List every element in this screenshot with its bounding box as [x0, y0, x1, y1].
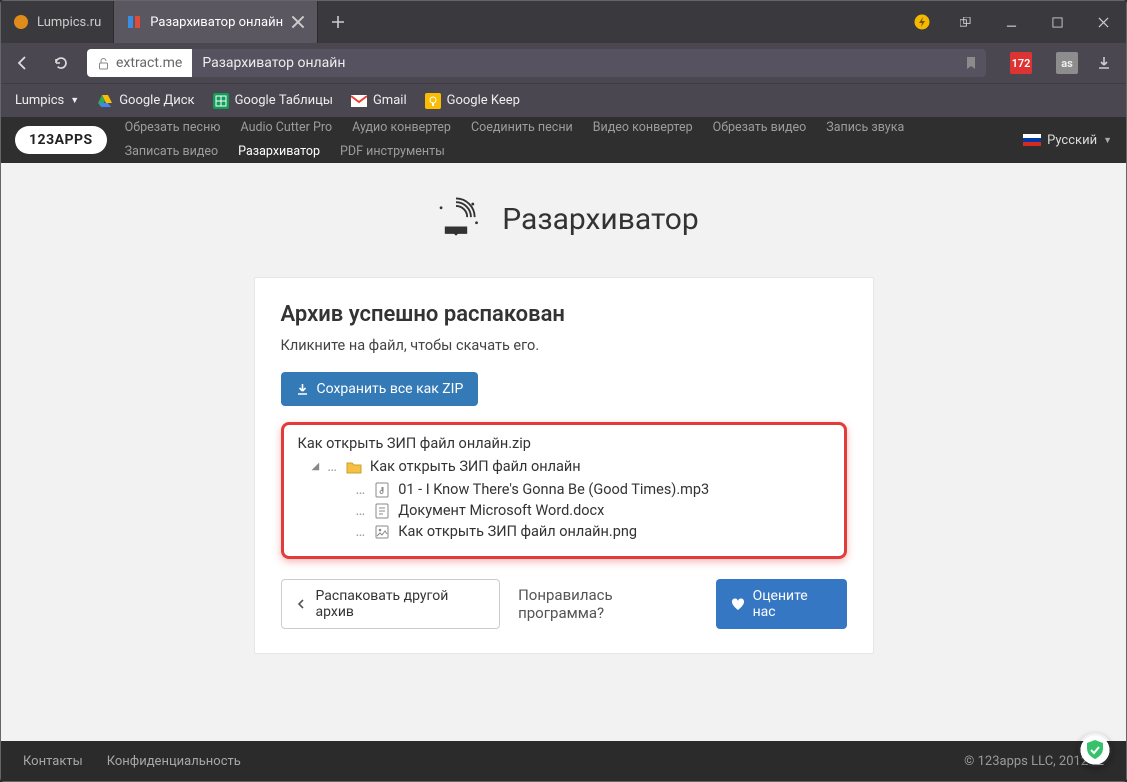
nav-pdf-tools[interactable]: PDF инструменты: [340, 142, 445, 162]
language-label: Русский: [1047, 133, 1097, 148]
folder-row[interactable]: ◢ … Как открыть ЗИП файл онлайн: [312, 458, 830, 475]
bookmark-keep[interactable]: Google Keep: [425, 93, 520, 109]
reload-icon[interactable]: [49, 51, 73, 75]
nav-audio-converter[interactable]: Аудио конвертер: [352, 118, 451, 138]
nav-voice-recorder[interactable]: Запись звука: [826, 118, 904, 138]
nav-unarchiver[interactable]: Разархиватор: [238, 142, 320, 162]
folder-icon: [346, 460, 362, 474]
arrow-left-icon: [296, 598, 308, 610]
keep-icon: [425, 93, 441, 109]
bookmark-lumpics[interactable]: Lumpics▼: [15, 93, 79, 108]
bookmarks-bar: Lumpics▼ Google Диск Google Таблицы Gmai…: [1, 83, 1126, 117]
actions-row: Распаковать другой архив Понравилась про…: [281, 579, 847, 629]
folder-name: Как открыть ЗИП файл онлайн: [370, 458, 581, 475]
save-all-zip-button[interactable]: Сохранить все как ZIP: [281, 372, 479, 406]
site-footer: Контакты Конфиденциальность © 123apps LL…: [1, 741, 1126, 781]
heart-icon: [731, 598, 745, 611]
unpack-another-button[interactable]: Распаковать другой архив: [281, 579, 501, 629]
file-name: Документ Microsoft Word.docx: [398, 502, 604, 519]
file-name: 01 - I Know There's Gonna Be (Good Times…: [398, 481, 709, 498]
audio-file-icon: [374, 482, 390, 498]
success-title: Архив успешно распакован: [281, 302, 847, 327]
two-windows-icon[interactable]: [942, 1, 988, 43]
file-row[interactable]: … Документ Microsoft Word.docx: [356, 500, 830, 521]
close-window-icon[interactable]: [1080, 1, 1126, 43]
footer-privacy[interactable]: Конфиденциальность: [107, 754, 241, 769]
file-row[interactable]: … Как открыть ЗИП файл онлайн.png: [356, 521, 830, 542]
lastfm-icon[interactable]: as: [1056, 52, 1078, 74]
tab-title: Lumpics.ru: [37, 15, 101, 30]
downloads-icon[interactable]: [1092, 51, 1116, 75]
site-favicon-icon: [13, 14, 29, 30]
unarchiver-hero-icon: [428, 191, 484, 247]
browser-titlebar: Lumpics.ru Разархиватор онлайн: [1, 1, 1126, 43]
calendar-badge-icon[interactable]: 172: [1010, 52, 1032, 74]
url-title: Разархиватор онлайн: [202, 55, 345, 71]
hint-text: Кликните на файл, чтобы скачать его.: [281, 337, 847, 354]
lock-open-icon: [97, 57, 110, 70]
result-panel: Архив успешно распакован Кликните на фай…: [254, 277, 874, 654]
tree-collapse-icon[interactable]: ◢: [312, 461, 320, 472]
maximize-icon[interactable]: [1034, 1, 1080, 43]
bookmark-gmail[interactable]: Gmail: [351, 93, 407, 109]
site-nav: Обрезать песню Audio Cutter Pro Аудио ко…: [125, 118, 905, 162]
hero: Разархиватор: [254, 191, 874, 247]
address-bar: extract.me Разархиватор онлайн 172 as: [1, 43, 1126, 83]
file-tree: Как открыть ЗИП файл онлайн.zip ◢ … Как …: [281, 422, 847, 559]
nav-cut-video[interactable]: Обрезать видео: [713, 118, 807, 138]
footer-contacts[interactable]: Контакты: [23, 754, 83, 769]
file-row[interactable]: … 01 - I Know There's Gonna Be (Good Tim…: [356, 479, 830, 500]
bookmark-drive[interactable]: Google Диск: [97, 93, 194, 109]
bolt-icon[interactable]: [902, 1, 942, 43]
url-host: extract.me: [116, 55, 182, 71]
nav-audio-cutter-pro[interactable]: Audio Cutter Pro: [240, 118, 332, 138]
sheets-icon: [213, 93, 229, 109]
bookmark-sheets[interactable]: Google Таблицы: [213, 93, 333, 109]
image-file-icon: [374, 524, 390, 540]
chevron-down-icon: ▼: [70, 95, 79, 106]
minimize-icon[interactable]: [988, 1, 1034, 43]
url-field[interactable]: extract.me Разархиватор онлайн: [87, 49, 986, 77]
nav-video-converter[interactable]: Видео конвертер: [593, 118, 693, 138]
language-selector[interactable]: Русский ▼: [1023, 133, 1112, 148]
drive-icon: [97, 93, 113, 109]
nav-join-songs[interactable]: Соединить песни: [471, 118, 573, 138]
download-icon: [296, 383, 309, 396]
nav-cut-song[interactable]: Обрезать песню: [125, 118, 221, 138]
shield-badge-icon[interactable]: [1078, 733, 1112, 767]
site-header: 123APPS Обрезать песню Audio Cutter Pro …: [1, 117, 1126, 163]
gmail-icon: [351, 93, 367, 109]
nav-record-video[interactable]: Записать видео: [125, 142, 218, 162]
brand-logo[interactable]: 123APPS: [15, 126, 107, 154]
archive-root-name: Как открыть ЗИП файл онлайн.zip: [298, 435, 830, 452]
tab-extract[interactable]: Разархиватор онлайн: [114, 1, 318, 43]
window-controls: [942, 1, 1126, 43]
liked-text: Понравилась программа?: [518, 586, 698, 622]
new-tab-button[interactable]: [318, 1, 358, 43]
file-name: Как открыть ЗИП файл онлайн.png: [398, 523, 637, 540]
back-icon[interactable]: [11, 51, 35, 75]
site-favicon-icon: [126, 14, 142, 30]
hero-title: Разархиватор: [502, 202, 698, 237]
chevron-down-icon: ▼: [1103, 135, 1112, 146]
page-body: Разархиватор Архив успешно распакован Кл…: [1, 163, 1126, 743]
tab-title: Разархиватор онлайн: [150, 15, 283, 30]
flag-ru-icon: [1023, 134, 1041, 146]
bookmark-icon[interactable]: [964, 56, 978, 70]
close-icon[interactable]: [291, 15, 305, 29]
rate-us-button[interactable]: Оцените нас: [716, 579, 847, 629]
tab-lumpics[interactable]: Lumpics.ru: [1, 1, 114, 43]
doc-file-icon: [374, 503, 390, 519]
